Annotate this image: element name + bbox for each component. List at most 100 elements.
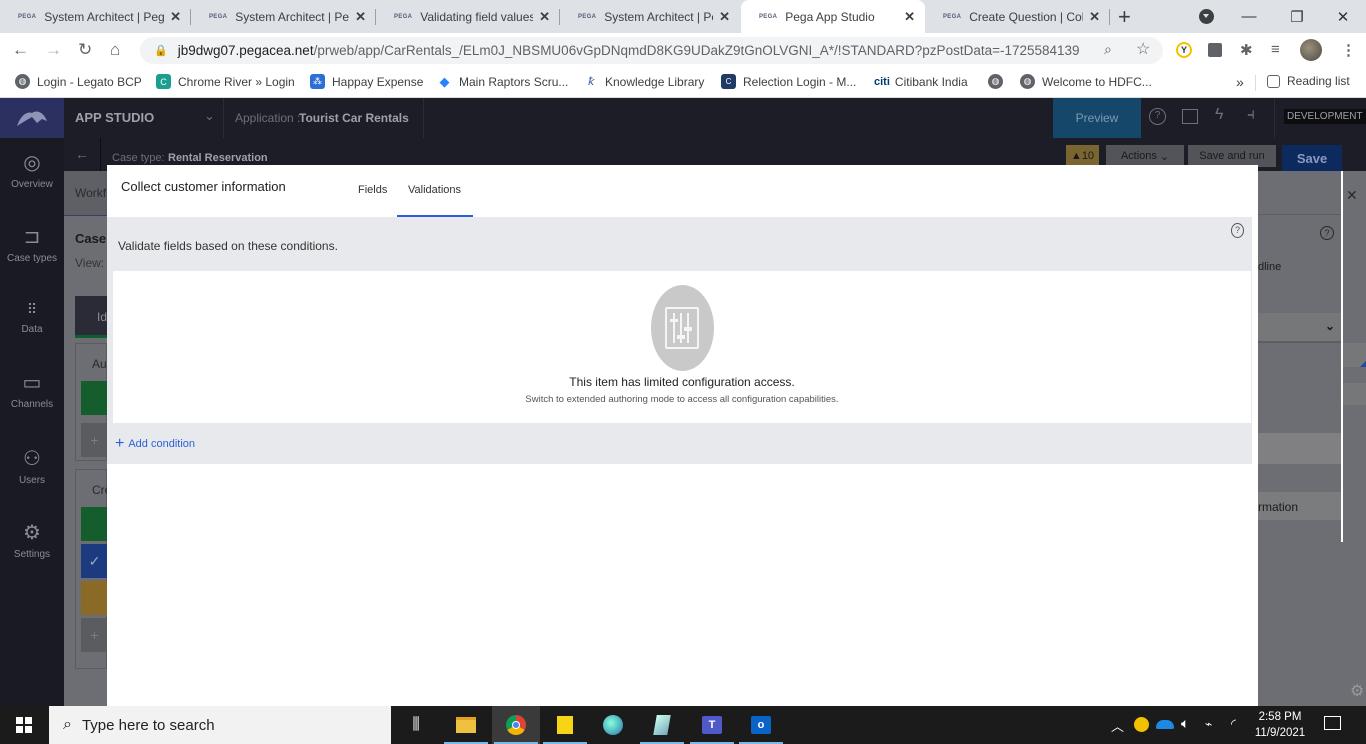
- limited-access-title: This item has limited configuration acce…: [569, 375, 795, 389]
- nav-label: Case types: [6, 253, 58, 264]
- more-bookmarks-button[interactable]: »: [1236, 74, 1244, 90]
- menu-kebab-icon[interactable]: ⋮: [1341, 41, 1356, 59]
- help-icon[interactable]: ?: [1320, 226, 1334, 240]
- profile-avatar[interactable]: [1300, 39, 1322, 61]
- limited-access-card: This item has limited configuration acce…: [113, 271, 1251, 423]
- file-explorer-button[interactable]: [442, 706, 490, 744]
- save-and-run-button[interactable]: Save and run: [1188, 145, 1276, 167]
- power-icon[interactable]: ⌁: [1205, 717, 1212, 731]
- close-tab-icon[interactable]: ✕: [355, 9, 366, 25]
- back-button[interactable]: ←: [12, 40, 29, 60]
- bookmark-item[interactable]: ◍: [988, 74, 1010, 89]
- browser-toolbar: ← → ↻ ⌂ 🔒 jb9dwg07.pegacea.net/prweb/app…: [0, 33, 1366, 68]
- restore-button[interactable]: ❐: [1274, 0, 1320, 33]
- close-tab-icon[interactable]: ✕: [539, 9, 550, 25]
- extension-y-icon[interactable]: Y: [1176, 42, 1192, 58]
- tab-search-icon[interactable]: [1199, 9, 1214, 24]
- reading-list-button[interactable]: Reading list: [1267, 74, 1350, 88]
- close-tab-icon[interactable]: ✕: [904, 9, 915, 25]
- help-icon[interactable]: ?: [1149, 108, 1166, 125]
- forward-button[interactable]: →: [45, 40, 62, 60]
- task-view-button[interactable]: ⫼: [392, 706, 440, 744]
- browser-tab[interactable]: PEGA Create Question | Coll ✕: [925, 0, 1110, 33]
- branch-icon[interactable]: ⫞: [1247, 106, 1255, 124]
- start-button[interactable]: [0, 706, 48, 744]
- reload-button[interactable]: ↻: [78, 40, 92, 60]
- actions-menu-button[interactable]: Actions ⌄: [1106, 145, 1184, 167]
- onedrive-icon[interactable]: [1156, 720, 1174, 729]
- browser-tab[interactable]: PEGA Validating field values ✕: [376, 0, 560, 33]
- nav-channels[interactable]: ▭ Channels: [0, 370, 64, 410]
- relection-icon: C: [721, 74, 736, 89]
- gear-icon[interactable]: ⚙: [1350, 681, 1364, 701]
- clock[interactable]: 2:58 PM 11/9/2021: [1252, 709, 1308, 741]
- tab-fields[interactable]: Fields: [358, 184, 387, 196]
- back-arrow-icon[interactable]: ←: [75, 146, 89, 162]
- environment-badge: DEVELOPMENT: [1284, 109, 1366, 124]
- windows-taskbar: ⌕ Type here to search ⫼ T o ︿ 🔈︎ ⌁ ◜ 2:5…: [0, 706, 1366, 744]
- home-button[interactable]: ⌂: [110, 40, 120, 60]
- wifi-icon[interactable]: ◜: [1231, 716, 1236, 732]
- bookmark-item[interactable]: C Chrome River » Login: [156, 74, 295, 89]
- taskbar-search[interactable]: ⌕ Type here to search: [49, 706, 391, 744]
- new-tab-button[interactable]: +: [1118, 4, 1131, 30]
- lightning-icon[interactable]: ϟ: [1215, 106, 1223, 124]
- application-name[interactable]: Tourist Car Rentals: [299, 111, 409, 125]
- outlook-button[interactable]: o: [737, 706, 785, 744]
- address-bar[interactable]: 🔒 jb9dwg07.pegacea.net/prweb/app/CarRent…: [140, 37, 1163, 64]
- close-tab-icon[interactable]: ✕: [170, 9, 181, 25]
- bookmark-star-icon[interactable]: ☆: [1136, 39, 1150, 59]
- browser-tab[interactable]: PEGA System Architect | Peg ✕: [560, 0, 740, 33]
- pega-logo[interactable]: [0, 98, 64, 138]
- bookmark-item[interactable]: ◍ Login - Legato BCP: [15, 74, 142, 89]
- tab-title: System Architect | Peg: [235, 9, 350, 24]
- bookmark-item[interactable]: ◆ Main Raptors Scru...: [437, 74, 569, 89]
- add-condition-button[interactable]: + Add condition: [115, 435, 195, 453]
- browser-tab[interactable]: PEGA System Architect | Peg ✕: [0, 0, 191, 33]
- minimize-button[interactable]: —: [1226, 0, 1272, 33]
- background-workspace: Workfl Case View: Id Au + Cre ✓ +: [64, 171, 111, 706]
- media-control-icon[interactable]: ≡: [1271, 41, 1280, 58]
- close-tab-icon[interactable]: ✕: [1089, 9, 1100, 25]
- notepad-button[interactable]: [638, 706, 686, 744]
- bookmark-item[interactable]: ꝁ Knowledge Library: [583, 74, 704, 89]
- pega-favicon-icon: PEGA: [578, 13, 597, 20]
- warnings-badge[interactable]: ▲ 10: [1066, 145, 1099, 167]
- chevron-down-icon[interactable]: ⌄: [204, 108, 215, 124]
- bookmark-item[interactable]: C Relection Login - M...: [721, 74, 856, 89]
- bookmark-item[interactable]: citi Citibank India: [874, 74, 968, 89]
- globe-app-button[interactable]: [589, 706, 637, 744]
- sticky-notes-button[interactable]: [541, 706, 589, 744]
- emoji-app-icon[interactable]: [1134, 717, 1149, 732]
- close-tab-icon[interactable]: ✕: [719, 9, 730, 25]
- background-properties-panel: ✕ ? dline ⌄ rmation ⚙: [1258, 171, 1366, 706]
- preview-button[interactable]: Preview: [1053, 98, 1141, 138]
- help-icon[interactable]: ?: [1231, 223, 1244, 238]
- nav-overview[interactable]: ◎ Overview: [0, 150, 64, 190]
- close-panel-icon[interactable]: ✕: [1346, 187, 1358, 204]
- tab-validations[interactable]: Validations: [397, 165, 473, 217]
- save-button[interactable]: Save: [1282, 145, 1342, 171]
- actions-label: Actions: [1120, 150, 1157, 162]
- show-hidden-icons-button[interactable]: ︿: [1111, 716, 1124, 735]
- extensions-puzzle-icon[interactable]: ✱: [1240, 41, 1253, 59]
- nav-label: Data: [21, 324, 43, 335]
- chrome-taskbar-button[interactable]: [492, 706, 540, 744]
- nav-settings[interactable]: ⚙ Settings: [0, 520, 64, 560]
- close-window-button[interactable]: ✕: [1320, 0, 1366, 33]
- comment-icon[interactable]: [1182, 109, 1198, 124]
- browser-tab-active[interactable]: PEGA Pega App Studio ✕: [741, 0, 925, 33]
- bookmark-item[interactable]: ⁂ Happay Expense: [310, 74, 423, 89]
- notifications-icon[interactable]: [1324, 716, 1341, 730]
- nav-users[interactable]: ⚇ Users: [0, 446, 64, 486]
- teams-button[interactable]: T: [688, 706, 736, 744]
- studio-switcher-label[interactable]: APP STUDIO: [75, 110, 154, 125]
- nav-label: Settings: [13, 549, 51, 560]
- bookmark-item[interactable]: ◍ Welcome to HDFC...: [1020, 74, 1152, 89]
- volume-icon[interactable]: 🔈︎: [1181, 715, 1189, 732]
- nav-data[interactable]: ⠿ Data: [0, 298, 64, 335]
- nav-case-types[interactable]: ⊐ Case types: [0, 224, 64, 264]
- zoom-icon[interactable]: ⌕: [1104, 41, 1112, 58]
- browser-tab[interactable]: PEGA System Architect | Peg ✕: [191, 0, 376, 33]
- extension-icon[interactable]: [1208, 43, 1222, 57]
